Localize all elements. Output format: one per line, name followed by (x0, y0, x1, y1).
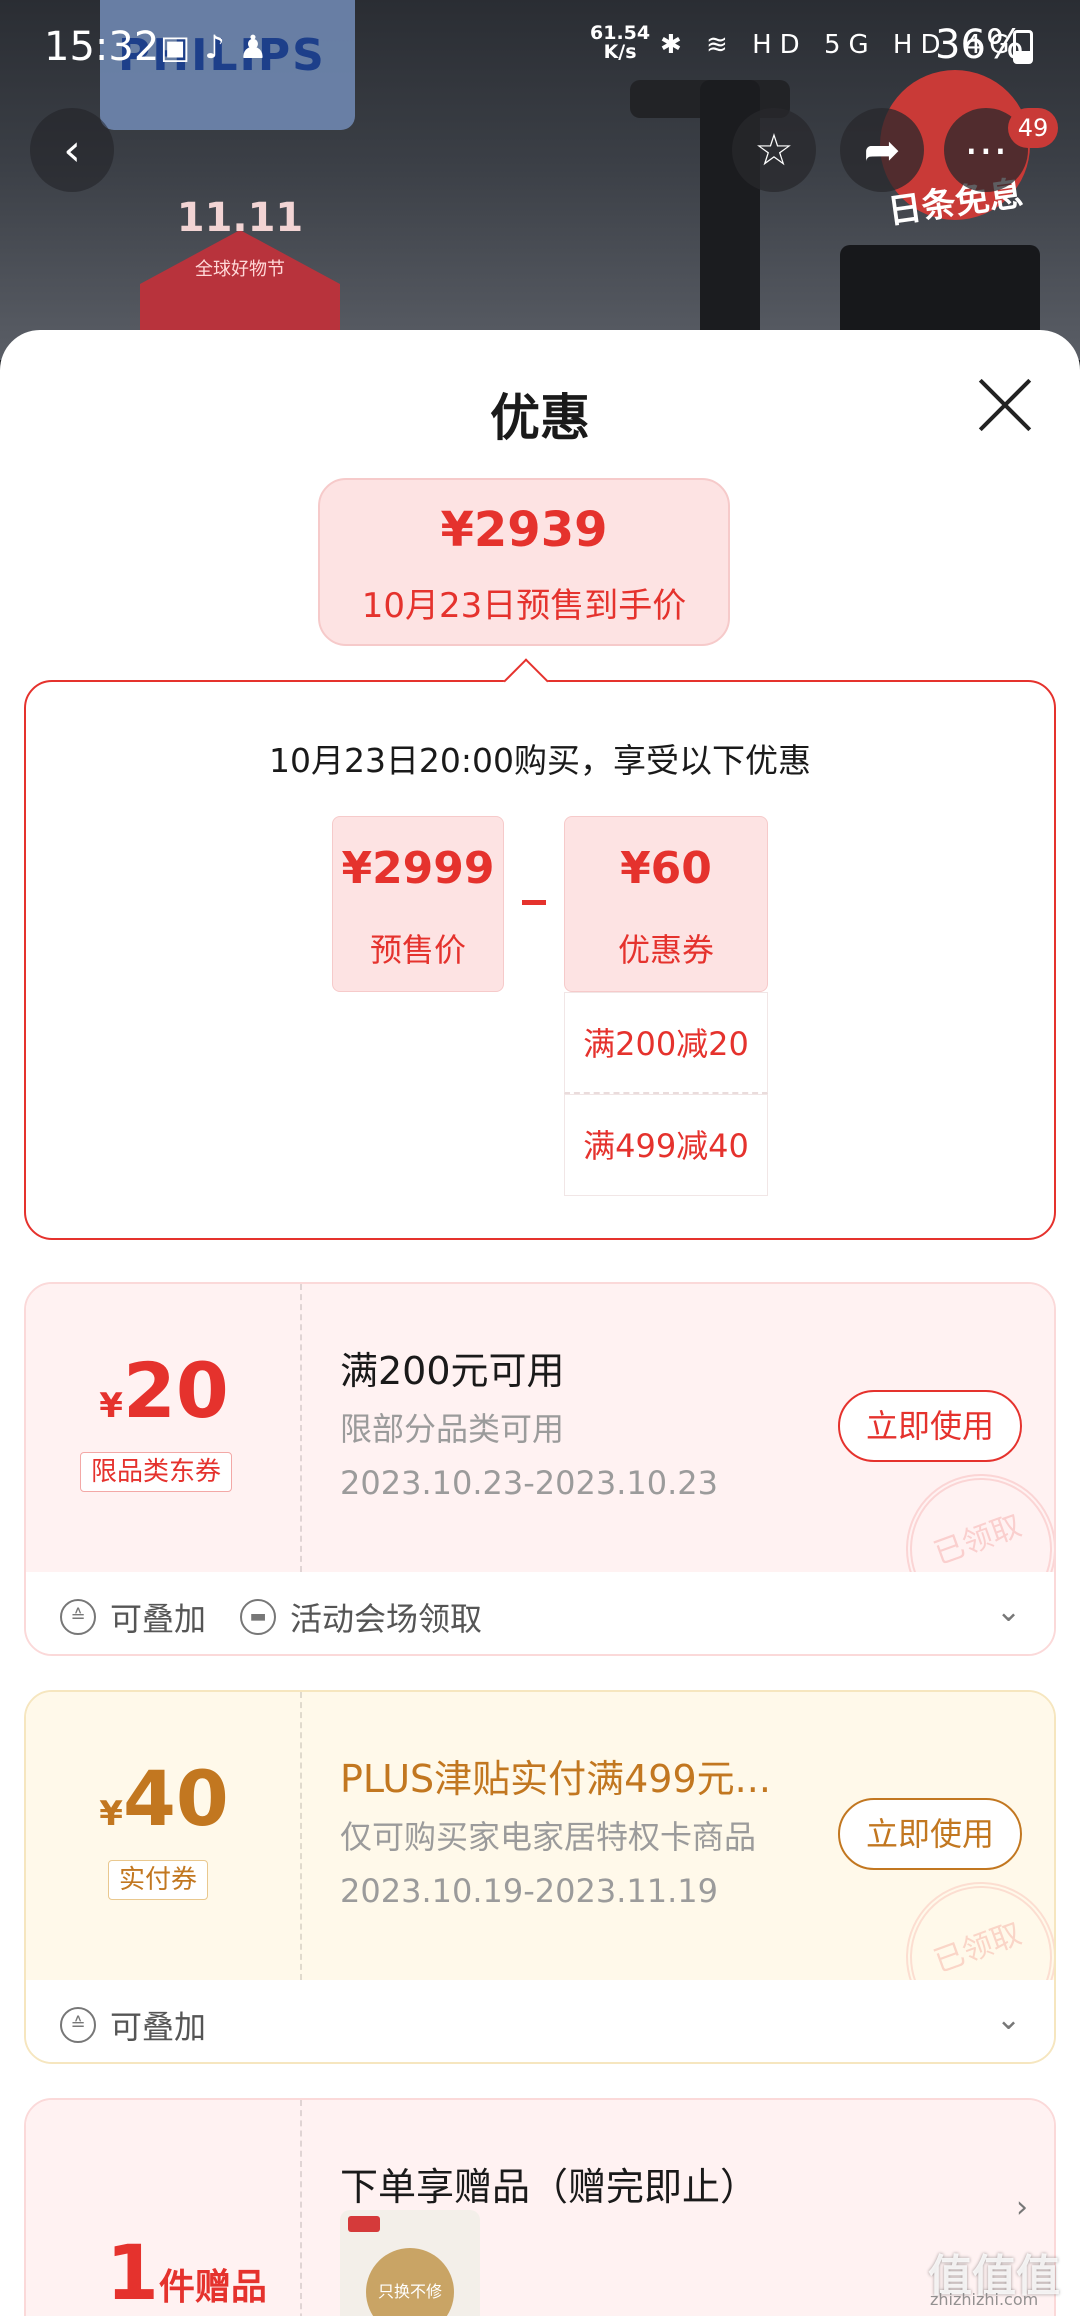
feature-label: 可叠加 (110, 2008, 207, 2046)
coupon-title: 满200元可用 (340, 1349, 565, 1393)
gift-card[interactable]: 1件赠品 下单享赠品（赠完即止） 只换不修 › (24, 2098, 1056, 2316)
back-arrow-icon: ‹ (63, 124, 81, 176)
gift-count-column: 1件赠品 (26, 2100, 302, 2316)
back-button[interactable]: ‹ (30, 108, 114, 192)
stack-icon: ≙ (60, 1599, 96, 1635)
watermark-url: zhizhizhi.com (930, 2290, 1039, 2309)
minus-sign (522, 900, 546, 905)
coupon-type-tag: 限品类东券 (80, 1452, 233, 1492)
final-price-pill: ¥2939 10月23日预售到手价 (318, 478, 730, 646)
use-now-button[interactable]: 立即使用 (838, 1390, 1022, 1462)
sub-coupon-row: 满499减40 (564, 1094, 768, 1196)
share-button[interactable]: ➦ (840, 108, 924, 192)
gift-card-body: 1件赠品 下单享赠品（赠完即止） 只换不修 › (26, 2100, 1054, 2316)
coupon-total-value: ¥60 (620, 843, 712, 894)
network-speed: 61.54 K/s (590, 24, 650, 62)
gift-count: 1件赠品 (106, 2228, 267, 2316)
coupon-subtitle: 限部分品类可用 (340, 1410, 565, 1448)
promo-badge-text: 全球好物节 (195, 259, 285, 280)
price-breakdown: 10月23日20:00购买，享受以下优惠 ¥2999 预售价 ¥60 优惠券 满… (24, 658, 1056, 1240)
chevron-right-icon[interactable]: › (1016, 2190, 1028, 2225)
breakdown-description: 10月23日20:00购买，享受以下优惠 (268, 741, 812, 780)
coupon-card: ¥20 限品类东券 满200元可用 限部分品类可用 2023.10.23-202… (24, 1282, 1056, 1656)
sheet-title: 优惠 (490, 389, 590, 447)
gift-title: 下单享赠品（赠完即止） (340, 2165, 759, 2209)
stack-icon: ≙ (60, 2007, 96, 2043)
coupon-amount-value: 20 (122, 1346, 229, 1435)
stackable-feature: ≙ 可叠加 (60, 1594, 206, 1640)
currency-symbol: ¥ (99, 1794, 123, 1834)
share-icon: ➦ (863, 124, 901, 176)
star-icon: ☆ (754, 124, 794, 176)
gift-count-unit: 件赠品 (158, 2267, 267, 2308)
discount-sheet: 优惠 ¥2939 10月23日预售到手价 10月23日20:00购买，享受以下优… (0, 330, 1080, 2316)
coupon-amount: ¥20 (26, 1346, 302, 1435)
presale-price-box: ¥2999 预售价 (332, 816, 504, 992)
status-bar: 15:32 ▣♪♟ 61.54 K/s ✱ ≋ HD 5G HD 4G 36% (0, 0, 1080, 95)
venue-feature: ▬ 活动会场领取 (240, 1594, 482, 1640)
coupon-type-tag: 实付券 (108, 1860, 209, 1900)
coupon-total-box: ¥60 优惠券 (564, 816, 768, 992)
coupon-title: PLUS津贴实付满499元... (340, 1757, 771, 1801)
currency-symbol: ¥ (99, 1386, 123, 1426)
coupon-value-column: ¥40 实付券 (26, 1692, 302, 1980)
battery-level: 36% (935, 22, 1024, 68)
presale-price-label: 预售价 (369, 931, 466, 969)
more-dots-icon: ⋯ (964, 124, 1008, 176)
feature-label: 可叠加 (110, 1600, 207, 1638)
stackable-feature: ≙ 可叠加 (60, 2002, 206, 2048)
sub-coupon-row: 满200减20 (564, 992, 768, 1094)
notification-icons: ▣♪♟ (160, 28, 282, 66)
coupon-features-bar[interactable]: ≙ 可叠加 ▬ 活动会场领取 ⌄ (26, 1572, 1054, 1654)
status-time: 15:32 (44, 24, 160, 70)
coupon-validity: 2023.10.19-2023.11.19 (340, 1872, 718, 1910)
gift-brand-logo (348, 2216, 380, 2232)
coupon-card: ¥40 实付券 PLUS津贴实付满499元... 仅可购买家电家居特权卡商品 2… (24, 1690, 1056, 2064)
coupon-amount-value: 40 (122, 1754, 229, 1843)
use-now-button[interactable]: 立即使用 (838, 1798, 1022, 1870)
close-button[interactable] (976, 376, 1034, 434)
gift-thumbnail[interactable]: 只换不修 (340, 2210, 480, 2316)
network-speed-unit: K/s (603, 41, 637, 63)
coupon-card-body: ¥20 限品类东券 满200元可用 限部分品类可用 2023.10.23-202… (26, 1284, 1054, 1646)
ticket-icon: ▬ (240, 1599, 276, 1635)
final-price-amount: ¥2939 (440, 502, 608, 558)
chevron-down-icon[interactable]: ⌄ (996, 2002, 1021, 2037)
cart-count-badge: 49 (1008, 108, 1058, 148)
coupon-amount: ¥40 (26, 1754, 302, 1843)
promo-badge-title: 11.11 (176, 195, 304, 241)
presale-price-value: ¥2999 (341, 843, 495, 894)
favorite-button[interactable]: ☆ (732, 108, 816, 192)
chevron-down-icon[interactable]: ⌄ (996, 1594, 1021, 1629)
coupon-card-body: ¥40 实付券 PLUS津贴实付满499元... 仅可购买家电家居特权卡商品 2… (26, 1692, 1054, 2054)
feature-label: 活动会场领取 (290, 1600, 483, 1638)
gift-seal-image: 只换不修 (366, 2248, 454, 2316)
coupon-value-column: ¥20 限品类东券 (26, 1284, 302, 1572)
breakdown-pointer (503, 658, 549, 704)
final-price-label: 10月23日预售到手价 (361, 586, 687, 626)
battery-icon (1013, 30, 1033, 64)
coupon-total-label: 优惠券 (617, 931, 714, 969)
coupon-features-bar[interactable]: ≙ 可叠加 ⌄ (26, 1980, 1054, 2062)
coupon-subtitle: 仅可购买家电家居特权卡商品 (340, 1818, 757, 1856)
gift-count-value: 1 (106, 2228, 159, 2316)
coupon-validity: 2023.10.23-2023.10.23 (340, 1464, 718, 1502)
